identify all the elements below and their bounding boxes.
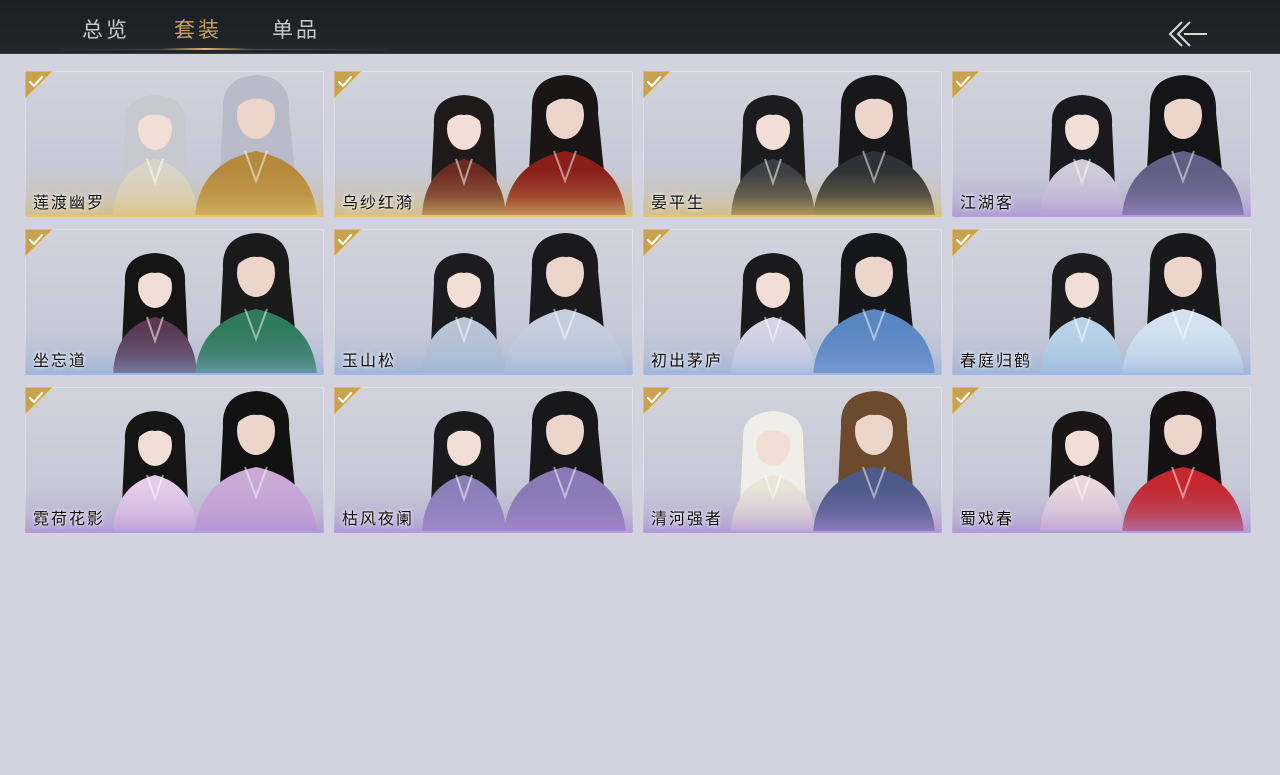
outfit-name: 春庭归鹤 [960,351,1033,370]
outfit-grid: 莲渡幽罗 乌纱红漪 晏平生 江湖客 坐忘道 玉山松 初出茅庐 春庭归鹤 霓荷花影… [25,71,1251,533]
outfit-card-8[interactable]: 春庭归鹤 [952,229,1251,375]
owned-check-icon [643,71,671,99]
owned-check-icon [25,229,53,257]
tab-outfit-sets[interactable]: 套装 [174,14,222,46]
outfit-card-6[interactable]: 玉山松 [334,229,633,375]
back-button[interactable] [1162,14,1210,54]
outfit-name: 乌纱红漪 [342,193,415,212]
rarity-border [952,215,1251,217]
rarity-border [334,373,633,375]
outfit-name: 清河强者 [651,509,724,528]
rarity-border [643,531,942,533]
owned-check-icon [952,229,980,257]
outfit-card-11[interactable]: 清河强者 [643,387,942,533]
outfit-name: 莲渡幽罗 [33,193,106,212]
outfit-card-9[interactable]: 霓荷花影 [25,387,324,533]
outfit-name: 蜀戏春 [960,509,1015,528]
outfit-card-5[interactable]: 坐忘道 [25,229,324,375]
rarity-border [643,373,942,375]
owned-check-icon [25,387,53,415]
outfit-name: 坐忘道 [33,351,88,370]
outfit-card-3[interactable]: 晏平生 [643,71,942,217]
outfit-name: 枯风夜阑 [342,509,415,528]
owned-check-icon [952,387,980,415]
owned-check-icon [25,71,53,99]
rarity-border [25,531,324,533]
outfit-name: 晏平生 [651,193,706,212]
rarity-border [25,215,324,217]
outfit-name: 玉山松 [342,351,397,370]
outfit-name: 江湖客 [960,193,1015,212]
outfit-card-10[interactable]: 枯风夜阑 [334,387,633,533]
top-navigation-bar: 总览 套装 单品 [0,0,1280,54]
rarity-border [25,373,324,375]
outfit-card-1[interactable]: 莲渡幽罗 [25,71,324,217]
owned-check-icon [952,71,980,99]
tab-bar: 总览 套装 单品 [60,0,390,54]
outfit-card-4[interactable]: 江湖客 [952,71,1251,217]
outfit-card-2[interactable]: 乌纱红漪 [334,71,633,217]
tab-overview[interactable]: 总览 [82,14,130,46]
tab-single-items[interactable]: 单品 [272,14,320,46]
owned-check-icon [334,387,362,415]
owned-check-icon [334,229,362,257]
active-tab-indicator [160,48,250,50]
owned-check-icon [643,387,671,415]
rarity-border [334,531,633,533]
outfit-card-7[interactable]: 初出茅庐 [643,229,942,375]
rarity-border [643,215,942,217]
owned-check-icon [643,229,671,257]
owned-check-icon [334,71,362,99]
outfit-card-12[interactable]: 蜀戏春 [952,387,1251,533]
outfit-name: 初出茅庐 [651,351,724,370]
rarity-border [952,373,1251,375]
rarity-border [952,531,1251,533]
double-chevron-left-arrow-icon [1168,21,1207,47]
rarity-border [334,215,633,217]
outfit-name: 霓荷花影 [33,509,106,528]
